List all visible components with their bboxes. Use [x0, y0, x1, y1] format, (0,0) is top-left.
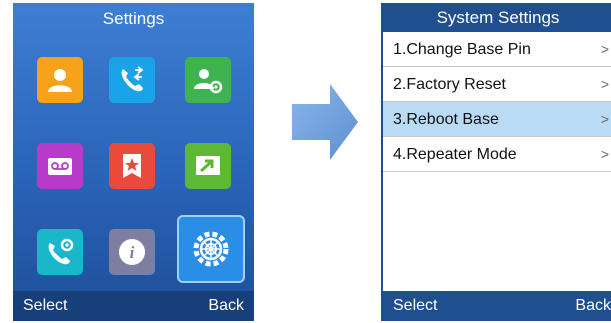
- favorites-icon: [123, 154, 141, 178]
- contact-settings-icon: [194, 69, 223, 94]
- softkey-bar: Select Back: [383, 291, 611, 321]
- info-icon: i: [119, 239, 145, 265]
- settings-screen: Settings i Select Back: [13, 3, 254, 321]
- menu-item-repeater-mode[interactable]: 4.Repeater Mode >: [383, 137, 611, 172]
- menu-item-label: 3.Reboot Base: [393, 111, 499, 128]
- menu-item-label: 4.Repeater Mode: [393, 146, 517, 163]
- chevron-right-icon: >: [600, 76, 609, 92]
- info-app[interactable]: i: [109, 229, 155, 275]
- back-softkey[interactable]: Back: [208, 291, 244, 321]
- arrow-right-icon: [292, 84, 358, 160]
- chevron-right-icon: >: [600, 146, 609, 162]
- system-settings-screen: System Settings 1.Change Base Pin > 2.Fa…: [381, 3, 611, 321]
- menu-item-reboot-base[interactable]: 3.Reboot Base >: [383, 102, 611, 137]
- call-settings-icon: [48, 238, 74, 265]
- back-softkey[interactable]: Back: [575, 291, 611, 321]
- call-settings-app[interactable]: [37, 229, 83, 275]
- messages-icon: [196, 156, 220, 175]
- voicemail-icon: [48, 158, 72, 175]
- settings-gear-icon: [193, 231, 229, 267]
- contacts-icon: [48, 69, 72, 92]
- select-softkey[interactable]: Select: [393, 291, 437, 321]
- contact-settings-app[interactable]: [185, 57, 231, 103]
- menu-item-change-base-pin[interactable]: 1.Change Base Pin >: [383, 32, 611, 67]
- call-history-app[interactable]: [109, 57, 155, 103]
- settings-app[interactable]: [177, 215, 245, 283]
- menu-item-factory-reset[interactable]: 2.Factory Reset >: [383, 67, 611, 102]
- favorites-app[interactable]: [109, 143, 155, 189]
- screen-title: System Settings: [383, 3, 611, 32]
- chevron-right-icon: >: [600, 41, 609, 57]
- svg-text:i: i: [130, 243, 135, 262]
- contacts-app[interactable]: [37, 57, 83, 103]
- softkey-bar: Select Back: [13, 291, 254, 321]
- menu-item-label: 2.Factory Reset: [393, 76, 506, 93]
- menu-item-label: 1.Change Base Pin: [393, 41, 531, 58]
- voicemail-app[interactable]: [37, 143, 83, 189]
- app-grid: i: [13, 3, 254, 321]
- messages-app[interactable]: [185, 143, 231, 189]
- select-softkey[interactable]: Select: [23, 291, 67, 321]
- call-history-icon: [121, 66, 144, 92]
- chevron-right-icon: >: [600, 111, 609, 127]
